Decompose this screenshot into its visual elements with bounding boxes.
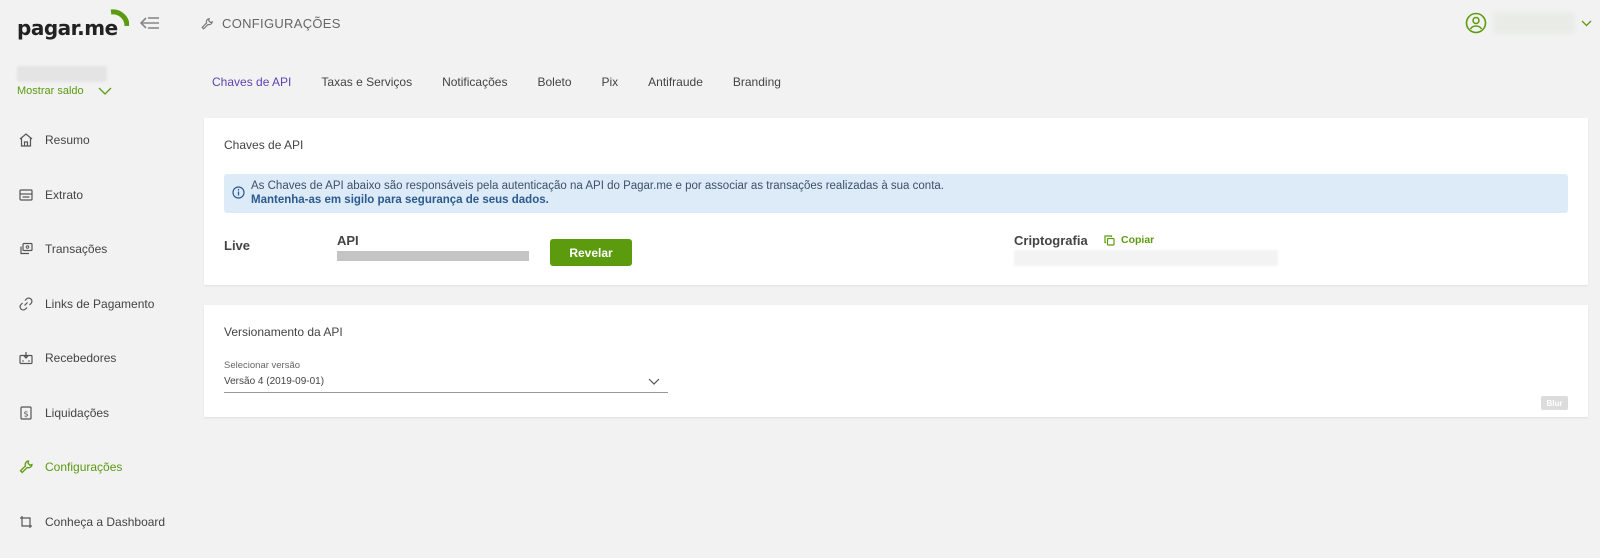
svg-text:$: $: [23, 409, 28, 418]
reveal-button[interactable]: Revelar: [550, 239, 632, 266]
sidebar-item-label: Configurações: [45, 460, 123, 475]
version-selected-value: Versão 4 (2019-09-01): [224, 376, 325, 387]
sidebar-item-recebedores[interactable]: Recebedores: [0, 331, 190, 386]
info-text: As Chaves de API abaixo são responsáveis…: [251, 180, 944, 192]
tab-antifraude[interactable]: Antifraude: [648, 75, 703, 89]
info-icon: [232, 186, 245, 199]
sidebar: pagar.me Mostrar saldo Resumo Extrato Tr…: [0, 0, 190, 558]
encryption-key-label: Criptografia: [1014, 233, 1088, 248]
sidebar-item-extrato[interactable]: Extrato: [0, 168, 190, 223]
wrench-icon: [201, 17, 213, 30]
collapse-menu-icon[interactable]: [140, 15, 160, 31]
blur-tag: Blur: [1541, 396, 1568, 410]
home-icon: [18, 132, 34, 148]
wrench-icon: [18, 459, 34, 475]
tab-branding[interactable]: Branding: [733, 75, 781, 89]
sidebar-item-liquidacoes[interactable]: $ Liquidações: [0, 386, 190, 441]
api-versioning-card: Versionamento da API Selecionar versão V…: [204, 305, 1588, 417]
tab-boleto[interactable]: Boleto: [537, 75, 571, 89]
sidebar-item-configuracoes[interactable]: Configurações: [0, 440, 190, 495]
user-menu[interactable]: [1465, 12, 1592, 34]
link-icon: [18, 296, 34, 312]
show-balance-toggle[interactable]: Mostrar saldo: [17, 85, 112, 97]
sidebar-item-conheca-dashboard[interactable]: Conheça a Dashboard: [0, 495, 190, 550]
logo[interactable]: pagar.me: [17, 9, 129, 40]
api-versioning-title: Versionamento da API: [224, 325, 343, 339]
sidebar-item-label: Recebedores: [45, 351, 117, 366]
encryption-key-hidden-value: [1014, 250, 1278, 266]
tab-notificacoes[interactable]: Notificações: [442, 75, 507, 89]
sidebar-item-label: Conheça a Dashboard: [45, 514, 166, 529]
sidebar-item-label: Liquidações: [45, 405, 110, 420]
tab-chaves-de-api[interactable]: Chaves de API: [212, 75, 291, 89]
version-select[interactable]: Versão 4 (2019-09-01): [224, 371, 668, 393]
tour-icon: [18, 514, 34, 530]
environment-label: Live: [224, 238, 251, 253]
sidebar-item-label: Resumo: [45, 133, 90, 148]
api-key-masked-value: [337, 251, 529, 261]
logo-arc-icon: [110, 9, 129, 27]
sidebar-item-transacoes[interactable]: Transações: [0, 222, 190, 277]
sidebar-nav: Resumo Extrato Transações Links de Pagam…: [0, 113, 190, 549]
recipients-icon: [18, 350, 34, 366]
chevron-down-icon: [98, 87, 112, 95]
page-title-text: CONFIGURAÇÕES: [222, 16, 341, 31]
tab-pix[interactable]: Pix: [602, 75, 619, 89]
page-title: CONFIGURAÇÕES: [200, 16, 341, 31]
tab-taxas-e-servicos[interactable]: Taxas e Serviços: [321, 75, 412, 89]
api-keys-info-box: As Chaves de API abaixo são responsáveis…: [224, 174, 1568, 213]
settings-tabs: Chaves de API Taxas e Serviços Notificaç…: [212, 75, 811, 89]
show-balance-label: Mostrar saldo: [17, 85, 84, 97]
sidebar-item-links-de-pagamento[interactable]: Links de Pagamento: [0, 277, 190, 332]
chevron-down-icon: [1581, 20, 1592, 26]
chevron-down-icon: [648, 378, 660, 385]
user-avatar-icon: [1465, 12, 1487, 34]
copy-label: Copiar: [1121, 234, 1155, 246]
settlements-icon: $: [18, 405, 34, 421]
sidebar-item-label: Transações: [45, 242, 108, 257]
api-keys-card: Chaves de API As Chaves de API abaixo sã…: [204, 118, 1588, 285]
statement-icon: [18, 187, 34, 203]
copy-icon: [1104, 234, 1115, 246]
info-bold-text: Mantenha-as em sigilo para segurança de …: [251, 194, 549, 206]
sidebar-item-label: Extrato: [45, 187, 84, 202]
version-select-label: Selecionar versão: [224, 360, 301, 371]
sidebar-item-label: Links de Pagamento: [45, 296, 155, 311]
api-key-label: API: [337, 233, 359, 248]
api-keys-title: Chaves de API: [224, 138, 304, 152]
logo-text: pagar.me: [17, 16, 118, 40]
copy-encryption-key-button[interactable]: Copiar: [1104, 234, 1154, 246]
balance-value-hidden: [17, 66, 107, 82]
sidebar-item-resumo[interactable]: Resumo: [0, 113, 190, 168]
transactions-icon: [18, 241, 34, 257]
user-name-hidden: [1493, 12, 1575, 34]
